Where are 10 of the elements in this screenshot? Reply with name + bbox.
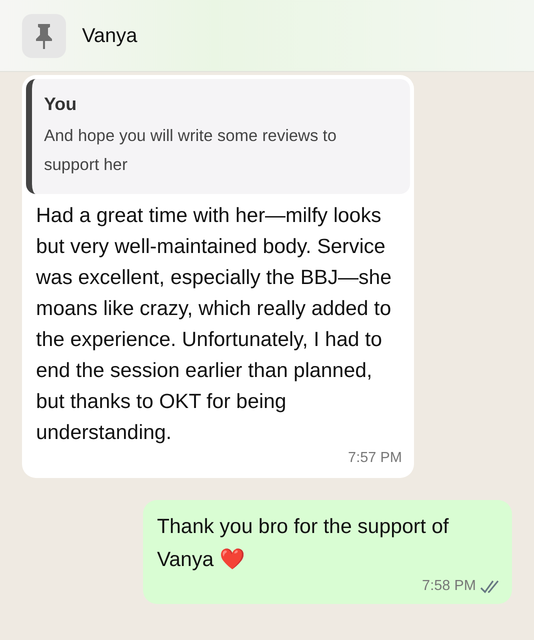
pinned-message-bar[interactable]: Vanya (0, 0, 534, 72)
quote-text: And hope you will write some reviews to support her (44, 126, 338, 176)
message-time: 7:57 PM (348, 449, 402, 468)
quoted-message[interactable]: You And hope you will write some reviews to support her (26, 79, 410, 194)
message-text: Thank you bro for the support of Vanya ❤ (157, 514, 450, 573)
pin-icon (35, 22, 53, 48)
quote-author: You (44, 93, 78, 116)
message-text: Had a great time with her—milfy looks but very well-maintained body. Service was excellent, especially the BBJ—she moans like crazy, which really added to the experience. Unfortunately, I had to end the session earlier than planned, but thanks to OKT for being understanding. (35, 203, 393, 446)
message-time: 7:58 PM (422, 576, 476, 596)
pinned-chat-name: Vanya (82, 24, 138, 48)
